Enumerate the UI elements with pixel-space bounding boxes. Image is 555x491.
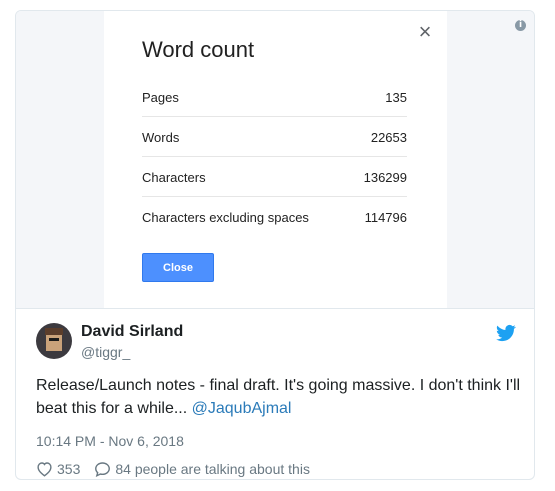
avatar-hair (45, 328, 63, 335)
stat-row-characters-excluding-spaces: Characters excluding spaces 114796 (142, 197, 407, 236)
like-count: 353 (57, 461, 81, 477)
stat-value: 22653 (370, 130, 407, 145)
embedded-tweet-card: i Word count × Pages 135 Words 22653 Cha… (15, 10, 535, 480)
tweet-media[interactable]: i Word count × Pages 135 Words 22653 Cha… (16, 11, 534, 309)
info-icon[interactable]: i (515, 20, 526, 31)
stat-label: Words (142, 130, 180, 145)
close-button[interactable]: Close (142, 253, 214, 282)
author-name[interactable]: David Sirland (81, 323, 183, 341)
stat-label: Characters (142, 170, 206, 185)
word-count-dialog: Word count × Pages 135 Words 22653 Chara… (104, 11, 447, 308)
word-count-stats: Pages 135 Words 22653 Characters 136299 … (142, 77, 407, 236)
replies-text: 84 people are talking about this (115, 461, 310, 477)
like-action[interactable]: 353 (36, 461, 80, 477)
stat-value: 136299 (363, 170, 407, 185)
stat-row-characters: Characters 136299 (142, 157, 407, 197)
tweet-timestamp[interactable]: 10:14 PM - Nov 6, 2018 (36, 433, 184, 449)
stat-value: 135 (385, 90, 407, 105)
close-icon[interactable]: × (415, 21, 435, 43)
avatar[interactable] (36, 323, 72, 359)
stat-label: Characters excluding spaces (142, 210, 309, 225)
stat-row-words: Words 22653 (142, 117, 407, 157)
dialog-title: Word count (142, 37, 255, 62)
stat-value: 114796 (364, 210, 407, 225)
mention-link[interactable]: @JaqubAjmal (192, 400, 292, 417)
tweet-actions: 353 84 people are talking about this (36, 460, 310, 478)
avatar-eyes (49, 338, 59, 341)
stat-label: Pages (142, 90, 179, 105)
author-handle[interactable]: @tiggr_ (81, 344, 130, 360)
tweet-text: Release/Launch notes - final draft. It's… (36, 374, 526, 420)
comment-icon (95, 462, 111, 477)
stat-row-pages: Pages 135 (142, 77, 407, 117)
twitter-bird-icon[interactable] (496, 323, 516, 343)
heart-icon (37, 462, 52, 477)
tweet-header: David Sirland @tiggr_ (36, 323, 516, 363)
reply-action[interactable]: 84 people are talking about this (94, 461, 310, 477)
